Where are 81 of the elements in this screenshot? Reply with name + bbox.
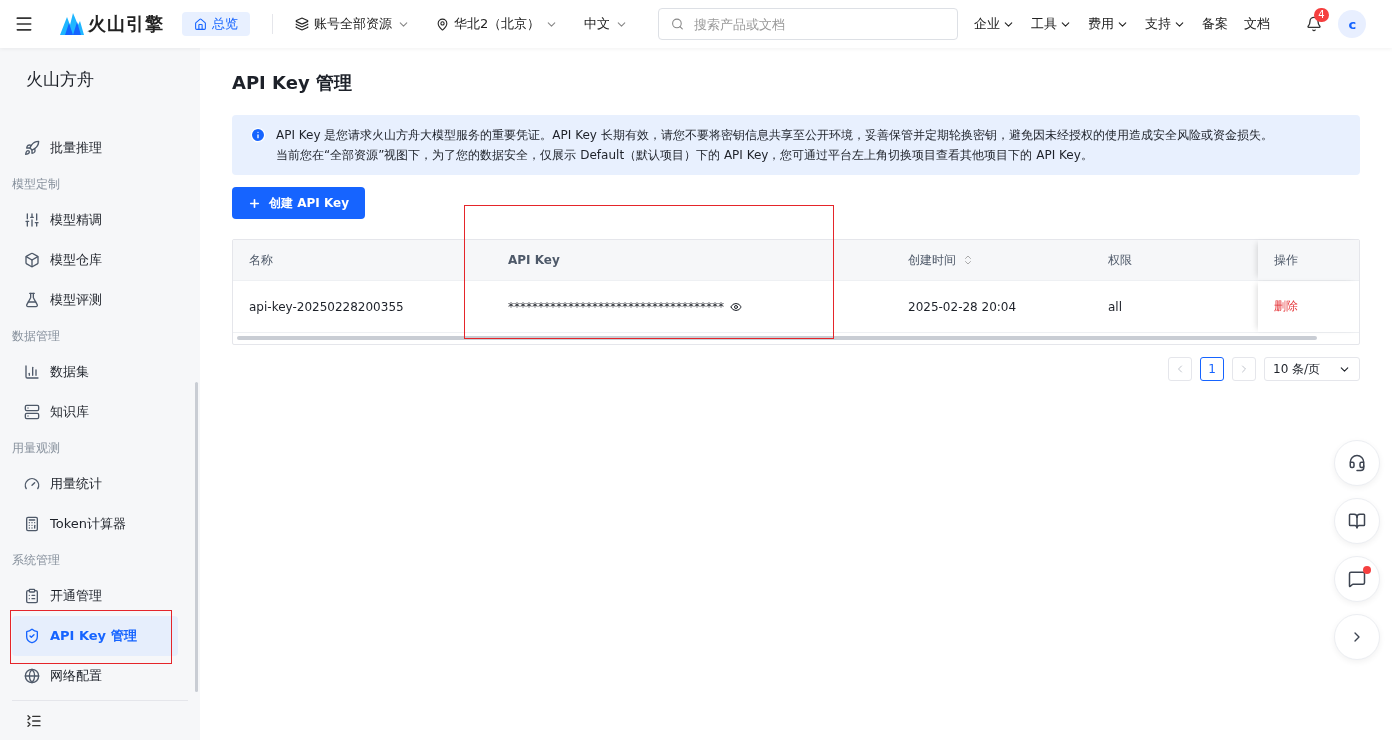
globe-icon bbox=[24, 668, 40, 684]
sidebar-item[interactable]: 知识库 bbox=[12, 392, 178, 432]
notification-count: 4 bbox=[1314, 8, 1329, 22]
scrollbar-thumb[interactable] bbox=[195, 382, 198, 692]
bar-chart-icon bbox=[24, 364, 40, 380]
shield-icon bbox=[24, 628, 40, 644]
header-dropdown[interactable]: 华北2（北京） bbox=[436, 15, 559, 33]
search-field[interactable]: 搜索产品或文档 bbox=[658, 8, 959, 40]
sidebar-item[interactable]: 网络配置 bbox=[12, 656, 178, 696]
sidebar-item[interactable]: 数据集 bbox=[12, 352, 178, 392]
docs-button[interactable] bbox=[1334, 498, 1380, 544]
sidebar-item[interactable]: 开通管理 bbox=[12, 576, 178, 616]
header-menu-item[interactable]: 支持 bbox=[1145, 15, 1187, 33]
header-menu-item[interactable]: 文档 bbox=[1244, 15, 1271, 33]
sidebar-group-label: 用量观测 bbox=[12, 439, 61, 457]
user-avatar[interactable]: c bbox=[1338, 10, 1367, 38]
sidebar-group-label: 数据管理 bbox=[12, 327, 61, 345]
eye-icon[interactable] bbox=[730, 300, 742, 313]
notification-dot bbox=[1363, 566, 1371, 574]
sidebar-title: 火山方舟 bbox=[25, 68, 95, 91]
page-title: API Key 管理 bbox=[232, 71, 353, 95]
menu-icon bbox=[14, 14, 34, 34]
info-icon bbox=[250, 127, 266, 143]
table-cell-text: 2025-02-28 20:04 bbox=[907, 298, 1018, 316]
brand-name: 火山引擎 bbox=[88, 12, 164, 36]
page-size-select[interactable]: 10 条/页 bbox=[1264, 357, 1360, 381]
notice-text: 当前您在“全部资源”视图下，为了您的数据安全，仅展示 Default（默认项目）下的 API Key，您可通过平台左上角切换项目查看其他项目下的 API Key。 bbox=[276, 147, 1094, 164]
column-header: 权限 bbox=[1107, 251, 1133, 269]
page-button[interactable]: 1 bbox=[1200, 357, 1224, 381]
calculator-icon bbox=[24, 516, 40, 532]
sliders-icon bbox=[24, 212, 40, 228]
sidebar-item[interactable]: 批量推理 bbox=[12, 128, 178, 168]
gauge-icon bbox=[24, 476, 40, 492]
overview-nav-button[interactable]: 总览 bbox=[182, 12, 250, 36]
sidebar-group-label: 模型定制 bbox=[12, 175, 61, 193]
notice-text: API Key 是您请求火山方舟大模型服务的重要凭证。API Key 长期有效，请您不要将密钥信息共享至公开环境，妥善保管并定期轮换密钥，避免因未经授权的使用造成安全风险或资金损失。 bbox=[276, 127, 1273, 144]
cube-icon bbox=[24, 252, 40, 268]
clipboard-icon bbox=[24, 588, 40, 604]
feedback-button[interactable] bbox=[1334, 556, 1380, 602]
column-header: API Key bbox=[507, 252, 561, 269]
flask-icon bbox=[24, 292, 40, 308]
sidebar-item[interactable]: 模型仓库 bbox=[12, 240, 178, 280]
column-header: 操作 bbox=[1258, 240, 1359, 280]
menu-button[interactable] bbox=[14, 14, 34, 34]
collapse-sidebar-button[interactable] bbox=[26, 712, 42, 729]
rocket-icon bbox=[24, 140, 40, 156]
header-menu-item[interactable]: 企业 bbox=[974, 15, 1016, 33]
notification-button[interactable] bbox=[1306, 16, 1323, 32]
header-menu-item[interactable]: 工具 bbox=[1031, 15, 1073, 33]
plus-icon bbox=[248, 196, 261, 210]
headset-icon bbox=[1348, 454, 1366, 472]
pin-icon bbox=[436, 17, 449, 31]
header-dropdown[interactable]: 账号全部资源 bbox=[295, 15, 410, 33]
scrollbar-thumb[interactable] bbox=[237, 336, 1317, 340]
delete-link[interactable]: 删除 bbox=[1274, 298, 1298, 315]
sidebar-group-label: 系统管理 bbox=[12, 551, 61, 569]
sidebar-item[interactable]: 模型评测 bbox=[12, 280, 178, 320]
create-api-key-button[interactable]: 创建 API Key bbox=[232, 187, 365, 219]
sidebar-item[interactable]: Token计算器 bbox=[12, 504, 178, 544]
table-cell-text: all bbox=[1107, 298, 1124, 316]
server-icon bbox=[24, 404, 40, 420]
sidebar-item[interactable]: 模型精调 bbox=[12, 200, 178, 240]
header-menu-item[interactable]: 备案 bbox=[1202, 15, 1229, 33]
table-cell-text: api-key-20250228200355 bbox=[248, 298, 405, 316]
support-button[interactable] bbox=[1334, 440, 1380, 486]
header-menu-item[interactable]: 费用 bbox=[1088, 15, 1130, 33]
home-icon bbox=[194, 17, 207, 31]
message-icon bbox=[1348, 570, 1366, 588]
sort-icon bbox=[962, 254, 974, 266]
collapse-icon bbox=[26, 712, 42, 729]
sidebar-item[interactable]: 用量统计 bbox=[12, 464, 178, 504]
search-icon bbox=[671, 17, 685, 31]
mountain-logo-icon bbox=[60, 13, 84, 35]
layers-icon bbox=[295, 17, 309, 31]
sidebar-item[interactable]: API Key 管理 bbox=[12, 616, 178, 656]
book-icon bbox=[1348, 512, 1366, 530]
bell-icon bbox=[1306, 16, 1323, 32]
column-header: 名称 bbox=[248, 251, 274, 269]
column-header[interactable]: 创建时间 bbox=[892, 240, 1092, 280]
masked-key: ************************************ bbox=[508, 299, 724, 314]
header-dropdown[interactable]: 中文 bbox=[584, 15, 629, 33]
